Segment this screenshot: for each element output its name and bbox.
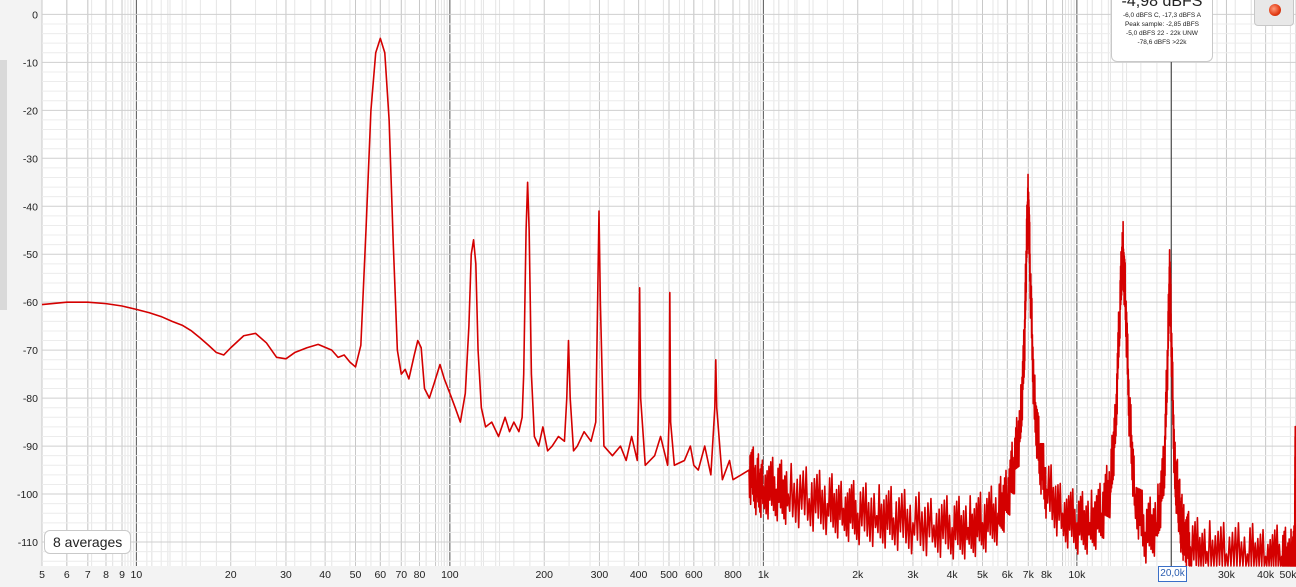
x-tick-label: 30	[280, 569, 292, 581]
y-tick-label: -100	[17, 489, 38, 501]
y-tick-label: -60	[23, 297, 38, 309]
record-icon	[1269, 4, 1281, 16]
x-tick-label: 6k	[1002, 569, 1014, 581]
x-tick-label: 5	[39, 569, 45, 581]
spectrum-chart[interactable]: 0 -10 -20 -30 -40 -50 -60 -70 -80 -90 -100 -110 5 6 7…	[0, 0, 1296, 587]
x-tick-label: 300	[591, 569, 609, 581]
x-tick-label: 100	[441, 569, 459, 581]
x-tick-label: 2k	[852, 569, 864, 581]
averages-label: 8 averages	[44, 530, 132, 554]
x-tick-label: 7	[85, 569, 91, 581]
x-tick-label: 80	[414, 569, 426, 581]
x-tick-label: 6	[64, 569, 70, 581]
y-tick-label: -80	[23, 393, 38, 405]
y-tick-label: -70	[23, 345, 38, 357]
y-tick-label: -10	[23, 57, 38, 69]
x-tick-label: 8	[103, 569, 109, 581]
y-tick-label: -50	[23, 249, 38, 261]
y-tick-label: -20	[23, 105, 38, 117]
cursor-frequency-label: 20,0k	[1158, 566, 1187, 582]
y-axis-labels: 0 -10 -20 -30 -40 -50 -60 -70 -80 -90 -100 -110	[17, 9, 38, 549]
x-tick-label: 7k	[1023, 569, 1035, 581]
y-tick-label: -90	[23, 441, 38, 453]
x-tick-label: 4k	[947, 569, 959, 581]
x-tick-label: 50	[350, 569, 362, 581]
x-axis-labels: 5 6 7 8 9 10 20 30 40 50 60 70 80 100 200 300 400 500 600 8…	[39, 569, 1296, 581]
info-line-above-22k: -78,6 dBFS >22k	[1137, 39, 1187, 46]
info-line-peak-sample: Peak sample: -2,85 dBFS	[1124, 21, 1200, 28]
x-tick-label: 50k	[1280, 569, 1296, 581]
x-tick-label: 3k	[907, 569, 919, 581]
level-info-panel: -4,98 dBFS -6,0 dBFS C, -17,3 dBFS A Pea…	[1111, 0, 1213, 62]
info-line-weighted: -6,0 dBFS C, -17,3 dBFS A	[1122, 12, 1202, 19]
x-tick-label: 400	[630, 569, 648, 581]
x-tick-label: 800	[724, 569, 742, 581]
record-button[interactable]	[1254, 0, 1294, 26]
x-tick-label: 200	[535, 569, 553, 581]
x-tick-label: 10	[131, 569, 143, 581]
x-tick-label: 60	[374, 569, 386, 581]
y-tick-label: -40	[23, 201, 38, 213]
info-line-band: -5,0 dBFS 22 - 22k UNW	[1126, 30, 1198, 37]
x-tick-label: 70	[395, 569, 407, 581]
x-tick-label: 10k	[1068, 569, 1086, 581]
x-tick-label: 500	[660, 569, 678, 581]
x-tick-label: 600	[685, 569, 703, 581]
x-tick-label: 9	[119, 569, 125, 581]
y-tick-label: -110	[18, 537, 38, 549]
x-tick-label: 20	[225, 569, 237, 581]
x-tick-label: 30k	[1218, 569, 1236, 581]
peak-level-value: -4,98 dBFS	[1121, 0, 1203, 10]
y-tick-label: -30	[23, 153, 38, 165]
x-tick-label: 40	[319, 569, 331, 581]
y-tick-label: 0	[32, 9, 38, 21]
x-tick-label: 5k	[977, 569, 989, 581]
x-tick-label: 1k	[758, 569, 770, 581]
x-tick-label: 40k	[1257, 569, 1275, 581]
x-tick-label: 8k	[1041, 569, 1053, 581]
